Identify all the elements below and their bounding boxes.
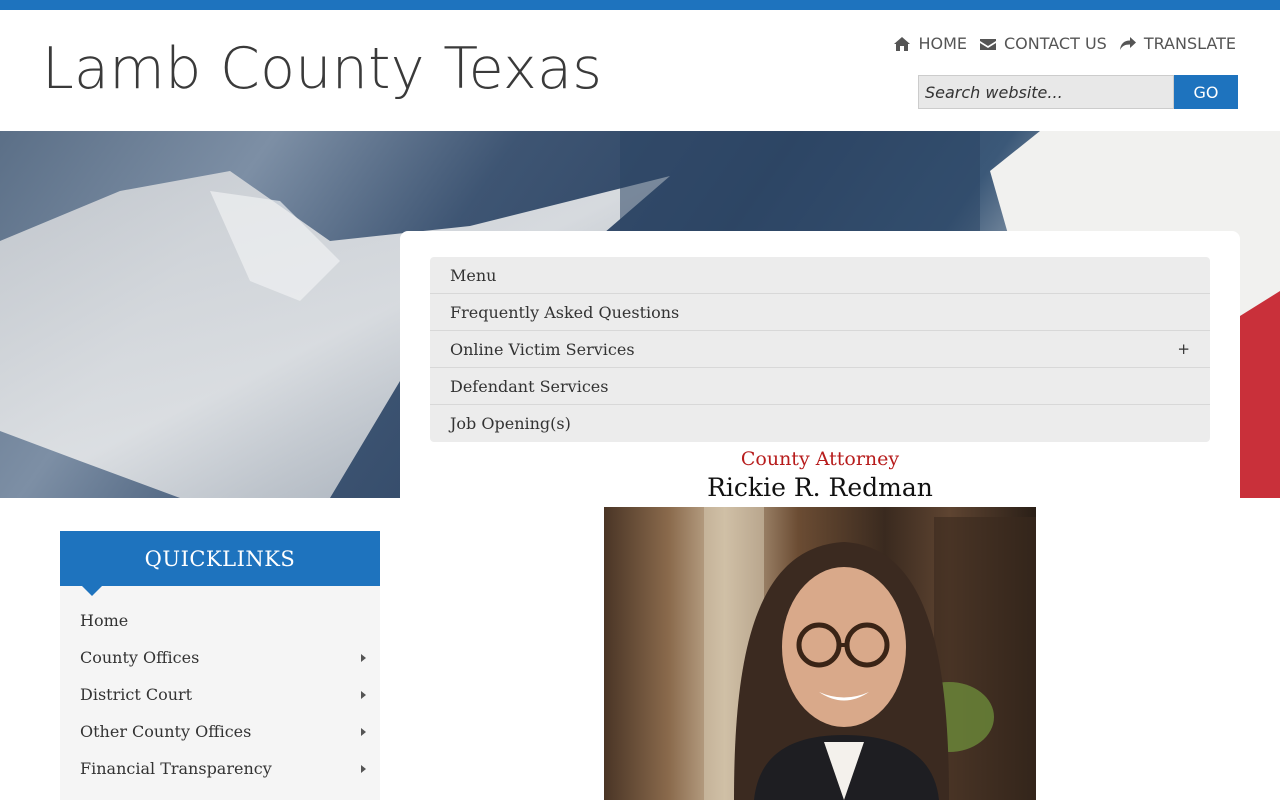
sub-menu-label: Online Victim Services (450, 339, 635, 359)
sub-menu-label: Frequently Asked Questions (450, 302, 680, 322)
sub-menu-label: Job Opening(s) (450, 414, 571, 433)
home-icon (894, 36, 911, 51)
official-name: Rickie R. Redman (707, 473, 933, 502)
quicklink-label: Other County Offices (80, 722, 252, 741)
quicklink-district-court[interactable]: District Court (60, 676, 380, 713)
office-title: County Attorney (740, 448, 900, 470)
caret-right-icon (361, 727, 366, 736)
sub-menu-item-faq[interactable]: Frequently Asked Questions (430, 294, 1210, 331)
nav-translate-label: TRANSLATE (1143, 34, 1236, 53)
expand-plus-icon[interactable]: + (1177, 340, 1190, 358)
quicklink-financial-transparency[interactable]: Financial Transparency (60, 750, 380, 787)
section-sub-menu: Menu Frequently Asked Questions Online V… (430, 257, 1210, 442)
search-go-button[interactable]: GO (1174, 75, 1238, 109)
nav-home-link[interactable]: HOME (893, 34, 967, 53)
search-form: GO (918, 75, 1238, 109)
portrait-illustration (704, 507, 1036, 800)
caret-right-icon (361, 690, 366, 699)
sub-menu-item-menu[interactable]: Menu (430, 257, 1210, 294)
nav-home-label: HOME (918, 34, 967, 53)
quicklinks-title: QUICKLINKS (60, 531, 380, 596)
quicklinks-list: Home County Offices District Court Other… (60, 586, 380, 787)
quicklink-other-county-offices[interactable]: Other County Offices (60, 713, 380, 750)
utility-nav: HOME CONTACT US TRANSLATE (893, 34, 1236, 53)
envelope-icon (979, 38, 996, 50)
sub-menu-item-defendant-services[interactable]: Defendant Services (430, 368, 1210, 405)
sub-menu-item-online-victim-services[interactable]: Online Victim Services + (430, 331, 1210, 368)
quicklink-county-offices[interactable]: County Offices (60, 639, 380, 676)
caret-right-icon (361, 764, 366, 773)
sub-menu-label: Menu (450, 265, 497, 285)
sub-menu-label: Defendant Services (450, 376, 609, 396)
top-accent-bar (0, 0, 1280, 10)
quicklink-label: Financial Transparency (80, 759, 272, 778)
site-title[interactable]: Lamb County Texas (42, 36, 602, 102)
share-arrow-icon (1119, 36, 1136, 50)
caret-right-icon (361, 653, 366, 662)
quicklink-home[interactable]: Home (60, 602, 380, 639)
quicklinks-panel: QUICKLINKS Home County Offices District … (60, 531, 380, 800)
quicklink-label: County Offices (80, 648, 200, 667)
nav-contact-link[interactable]: CONTACT US (979, 34, 1107, 53)
nav-contact-label: CONTACT US (1003, 34, 1107, 53)
content-panel: Menu Frequently Asked Questions Online V… (400, 231, 1240, 800)
official-portrait-photo (604, 507, 1036, 800)
quicklink-label: District Court (80, 685, 193, 704)
nav-translate-link[interactable]: TRANSLATE (1119, 34, 1236, 53)
search-input[interactable] (918, 75, 1174, 109)
sub-menu-item-job-openings[interactable]: Job Opening(s) (430, 405, 1210, 442)
quicklink-label: Home (80, 611, 129, 630)
